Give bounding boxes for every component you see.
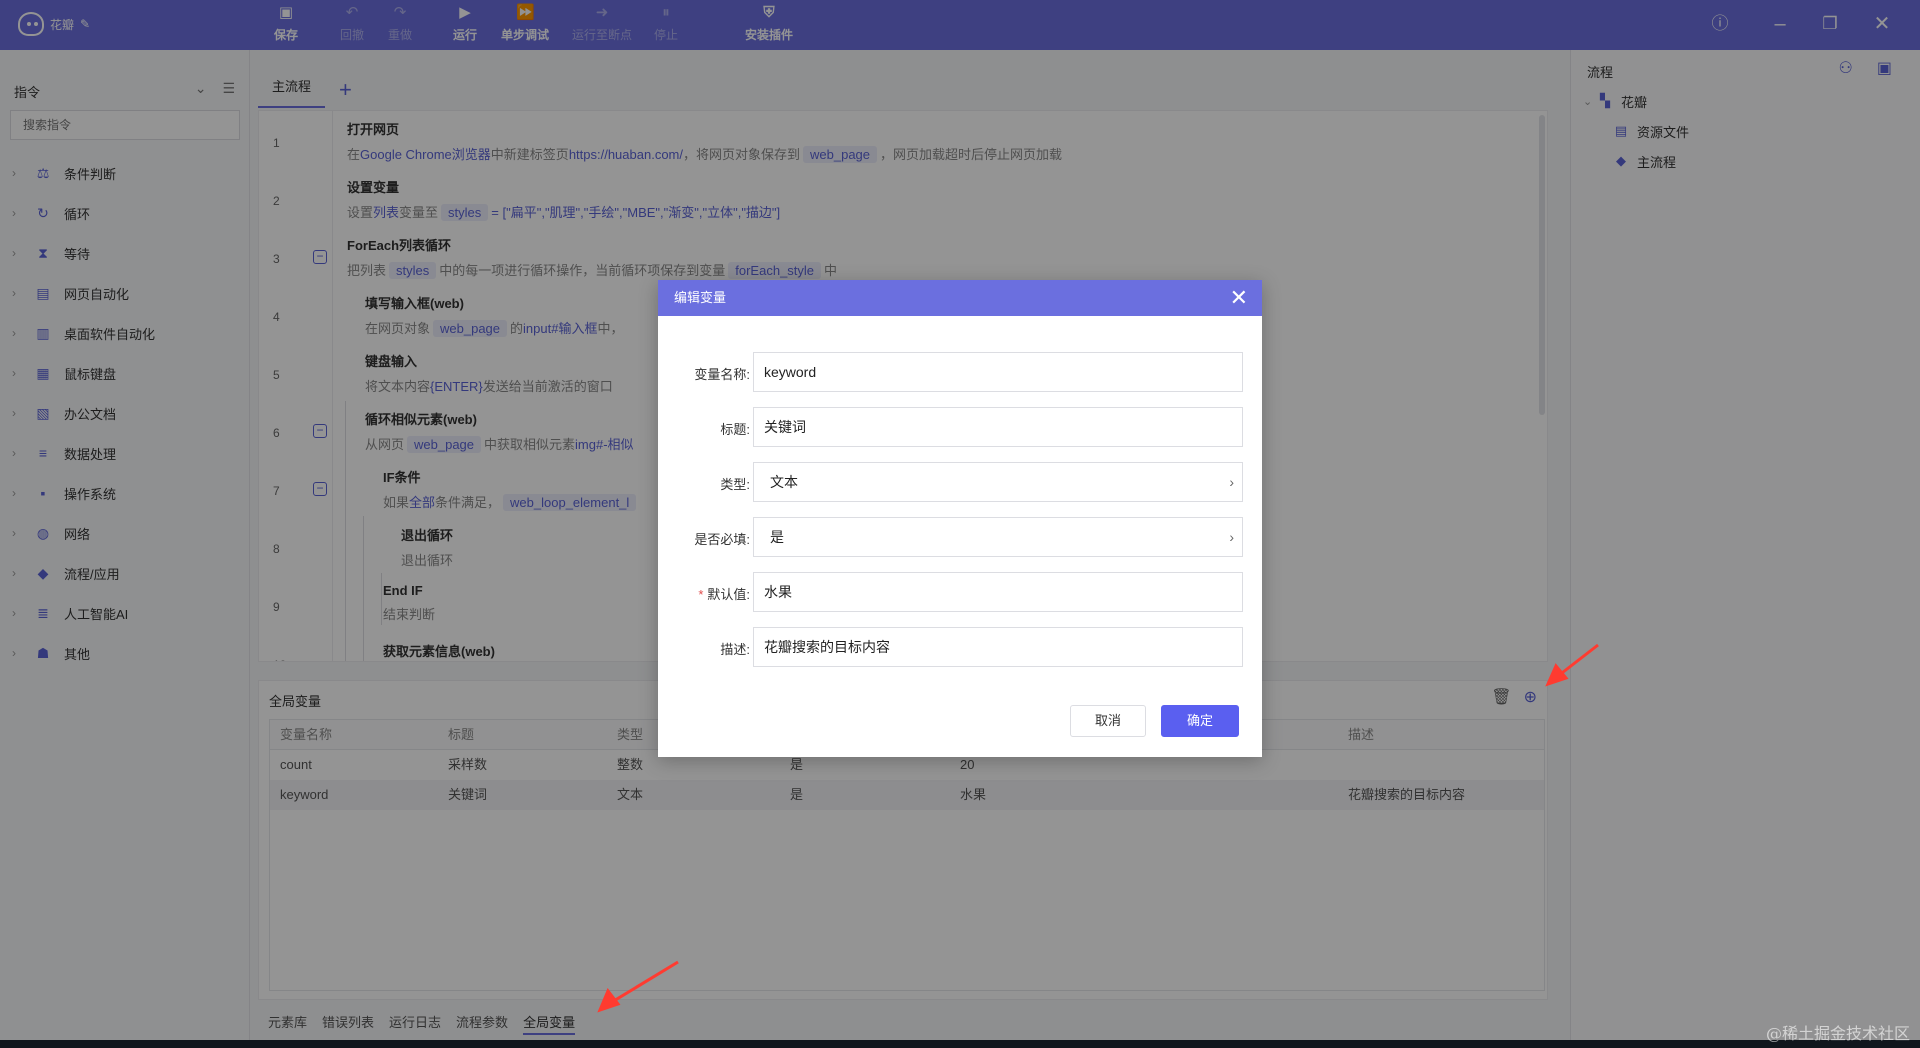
annotation-arrows	[597, 643, 1599, 1013]
annotation-arrow	[597, 960, 679, 1013]
watermark-text: @稀土掘金技术社区	[1765, 1024, 1910, 1043]
annotation-arrow	[1545, 643, 1599, 687]
